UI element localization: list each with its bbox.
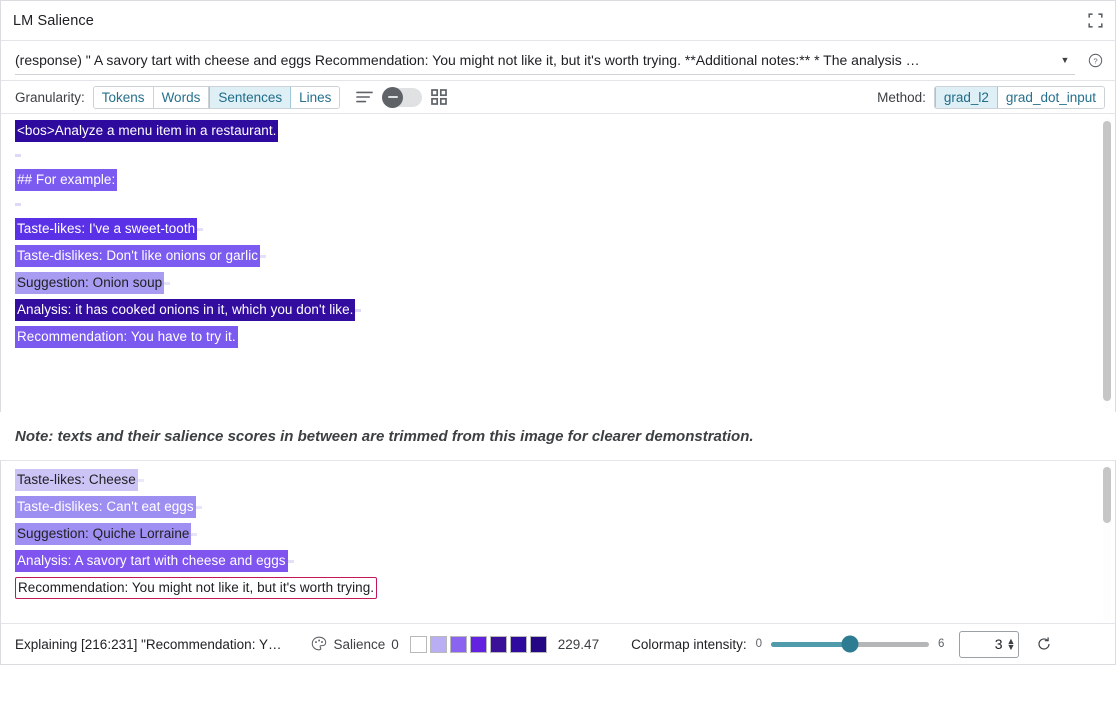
slider-max-label: 6 xyxy=(938,638,944,650)
scrollbar-top[interactable] xyxy=(1103,117,1111,409)
response-dropdown[interactable]: (response) " A savory tart with cheese a… xyxy=(15,47,1075,75)
slider-min-label: 0 xyxy=(756,638,762,650)
chevron-down-icon: ▼ xyxy=(1057,55,1075,65)
lm-salience-module: LM Salience (response) " A savory tart w… xyxy=(0,0,1116,710)
expand-icon[interactable] xyxy=(1085,11,1105,31)
svg-text:?: ? xyxy=(1093,57,1097,66)
salience-lines-bottom: Taste-likes: Cheese Taste-dislikes: Can'… xyxy=(15,469,1115,599)
salience-line: Taste-likes: I've a sweet-tooth xyxy=(15,218,1115,240)
controls-row: Granularity: Tokens Words Sentences Line… xyxy=(0,81,1116,114)
salience-span[interactable] xyxy=(15,203,21,206)
colormap-intensity-control: Colormap intensity: 0 6 3 ▲ ▼ xyxy=(631,631,1052,658)
salience-span[interactable] xyxy=(355,309,361,312)
text-lines-icon[interactable] xyxy=(356,90,373,104)
salience-span[interactable]: Suggestion: Onion soup xyxy=(15,272,164,294)
salience-span[interactable] xyxy=(164,282,170,285)
salience-line: <bos>Analyze a menu item in a restaurant… xyxy=(15,120,1115,142)
salience-span[interactable]: Taste-likes: I've a sweet-tooth xyxy=(15,218,197,240)
scrollbar-thumb-top[interactable] xyxy=(1103,121,1111,401)
granularity-option-words[interactable]: Words xyxy=(154,87,210,108)
salience-span[interactable] xyxy=(197,228,203,231)
salience-span[interactable] xyxy=(15,154,21,157)
salience-span[interactable] xyxy=(138,479,144,482)
colormap-swatches xyxy=(410,636,547,653)
salience-line: Analysis: A savory tart with cheese and … xyxy=(15,550,1115,572)
reset-icon[interactable] xyxy=(1028,636,1052,652)
salience-text-panel-bottom: Taste-likes: Cheese Taste-dislikes: Can'… xyxy=(0,460,1116,623)
salience-span[interactable]: Recommendation: You have to try it. xyxy=(15,326,238,348)
granularity-segmented-control: Tokens Words Sentences Lines xyxy=(93,86,341,109)
salience-span[interactable] xyxy=(191,533,197,536)
colormap-intensity-stepper[interactable]: 3 ▲ ▼ xyxy=(959,631,1019,658)
view-mode-controls xyxy=(356,88,447,107)
salience-text-panel-top: <bos>Analyze a menu item in a restaurant… xyxy=(0,114,1116,412)
response-dropdown-value: (response) " A savory tart with cheese a… xyxy=(15,47,1057,73)
salience-line: Recommendation: You might not like it, b… xyxy=(15,577,1115,599)
salience-span[interactable]: ## For example: xyxy=(15,169,117,191)
explaining-label: Explaining [216:231] "Recommendation: Y… xyxy=(15,637,281,652)
scrollbar-bottom[interactable] xyxy=(1103,465,1111,621)
colormap-swatch xyxy=(410,636,427,653)
salience-line: Taste-dislikes: Don't like onions or gar… xyxy=(15,245,1115,267)
response-selector-row: (response) " A savory tart with cheese a… xyxy=(0,41,1116,81)
module-header: LM Salience xyxy=(0,0,1116,41)
method-segmented-control: grad_l2 grad_dot_input xyxy=(934,86,1105,109)
salience-line: Taste-likes: Cheese xyxy=(15,469,1115,491)
salience-span[interactable]: Taste-likes: Cheese xyxy=(15,469,138,491)
salience-span[interactable]: Suggestion: Quiche Lorraine xyxy=(15,523,191,545)
salience-line xyxy=(15,196,1115,213)
density-toggle-knob xyxy=(382,87,403,108)
method-option-grad-dot-input[interactable]: grad_dot_input xyxy=(998,87,1104,108)
colormap-swatch xyxy=(490,636,507,653)
granularity-label: Granularity: xyxy=(15,90,85,105)
salience-line: Suggestion: Onion soup xyxy=(15,272,1115,294)
slider-handle[interactable] xyxy=(842,636,859,653)
salience-lines-top: <bos>Analyze a menu item in a restaurant… xyxy=(15,120,1115,348)
stepper-arrows[interactable]: ▲ ▼ xyxy=(1007,638,1016,650)
slider-fill xyxy=(771,642,850,647)
salience-span[interactable]: Taste-dislikes: Don't like onions or gar… xyxy=(15,245,260,267)
salience-legend-label: Salience xyxy=(333,637,385,652)
scrollbar-thumb-bottom[interactable] xyxy=(1103,467,1111,523)
stepper-value: 3 xyxy=(995,636,1003,652)
salience-span[interactable] xyxy=(288,560,294,563)
colormap-swatch xyxy=(510,636,527,653)
density-toggle[interactable] xyxy=(382,88,422,107)
page-title: LM Salience xyxy=(13,13,94,29)
granularity-option-sentences[interactable]: Sentences xyxy=(209,87,291,108)
footer-bar: Explaining [216:231] "Recommendation: Y…… xyxy=(0,623,1116,665)
granularity-option-tokens[interactable]: Tokens xyxy=(94,87,154,108)
stepper-down-icon[interactable]: ▼ xyxy=(1007,644,1016,650)
method-option-grad-l2[interactable]: grad_l2 xyxy=(935,87,998,108)
method-controls: Method: grad_l2 grad_dot_input xyxy=(877,86,1105,109)
colormap-swatch xyxy=(430,636,447,653)
method-label: Method: xyxy=(877,90,926,105)
salience-span[interactable]: Analysis: A savory tart with cheese and … xyxy=(15,550,288,572)
grid-view-icon[interactable] xyxy=(431,89,447,105)
salience-line: Analysis: it has cooked onions in it, wh… xyxy=(15,299,1115,321)
salience-line: Recommendation: You have to try it. xyxy=(15,326,1115,348)
colormap-intensity-label: Colormap intensity: xyxy=(631,637,747,652)
colormap-swatch xyxy=(470,636,487,653)
salience-scale-min: 0 xyxy=(391,637,399,652)
salience-line: Suggestion: Quiche Lorraine xyxy=(15,523,1115,545)
salience-line: ## For example: xyxy=(15,169,1115,191)
trim-note: Note: texts and their salience scores in… xyxy=(0,412,1116,460)
granularity-option-lines[interactable]: Lines xyxy=(291,87,339,108)
palette-icon[interactable] xyxy=(311,636,327,652)
salience-span[interactable]: <bos>Analyze a menu item in a restaurant… xyxy=(15,120,278,142)
salience-legend: Salience 0 229.47 xyxy=(311,636,599,653)
salience-span[interactable] xyxy=(196,506,202,509)
help-circle-icon[interactable]: ? xyxy=(1085,51,1105,71)
salience-line: Taste-dislikes: Can't eat eggs xyxy=(15,496,1115,518)
salience-line xyxy=(15,147,1115,164)
colormap-swatch xyxy=(530,636,547,653)
salience-span[interactable]: Analysis: it has cooked onions in it, wh… xyxy=(15,299,355,321)
salience-span[interactable] xyxy=(260,255,266,258)
colormap-intensity-slider[interactable] xyxy=(771,642,929,647)
salience-span[interactable]: Taste-dislikes: Can't eat eggs xyxy=(15,496,196,518)
colormap-swatch xyxy=(450,636,467,653)
salience-scale-max: 229.47 xyxy=(558,637,599,652)
salience-span-selected[interactable]: Recommendation: You might not like it, b… xyxy=(15,577,377,599)
